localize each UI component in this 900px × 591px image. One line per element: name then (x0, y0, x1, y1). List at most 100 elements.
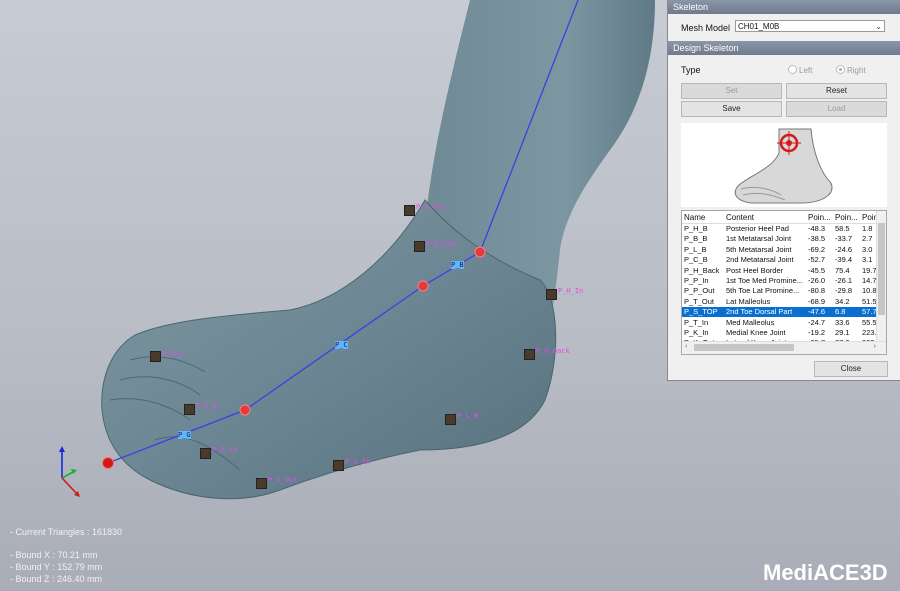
table-row[interactable]: P_L_B 5th Metatarsal Joint -69.2 -24.6 3.0 (682, 245, 878, 255)
table-row[interactable]: P_T_Out Lat Malleolus -68.9 34.2 51.5 (682, 297, 878, 307)
table-header: Name Content Poin... Poin... Poin (682, 211, 878, 224)
landmark-marker[interactable] (445, 414, 456, 425)
table-cell: -69.2 (808, 244, 826, 254)
table-row[interactable]: P_H_Back Post Heel Border -45.5 75.4 19.7 (682, 266, 878, 276)
skeleton-label: P_B (451, 261, 464, 269)
table-cell: -29.8 (835, 286, 853, 296)
table-cell: Medial Knee Joint (726, 328, 786, 337)
table-cell: 58.5 (835, 224, 850, 233)
table-vertical-scrollbar[interactable] (876, 211, 886, 343)
table-row[interactable]: P_P_Out 5th Toe Lat Promine... -80.8 -29.8 1… (682, 286, 878, 296)
landmark-marker[interactable] (256, 478, 267, 489)
table-cell: -45.5 (808, 265, 826, 275)
skeleton-panel: Skeleton Mesh Model CH01_M0B ⌄ Design Sk… (667, 0, 900, 381)
table-cell: 33.6 (835, 317, 850, 327)
table-cell: -24.6 (835, 244, 853, 254)
landmark-marker[interactable] (546, 289, 557, 300)
landmark-marker[interactable] (333, 460, 344, 471)
bound-y: - Bound Y : 152.79 mm (10, 562, 103, 572)
col-header-point-x[interactable]: Poin... (808, 213, 831, 222)
table-cell: -38.5 (808, 234, 826, 244)
landmark-label: P_S_In (345, 458, 371, 466)
mesh-model-select[interactable]: CH01_M0B ⌄ (735, 20, 885, 32)
table-cell: 2nd Metatarsal Joint (726, 255, 794, 265)
table-cell: -39.4 (835, 255, 853, 265)
table-cell: -26.1 (835, 276, 853, 285)
table-cell: -68.9 (808, 296, 826, 306)
table-row[interactable]: P_K_In Medial Knee Joint -19.2 29.1 223. (682, 328, 878, 338)
col-header-point-y[interactable]: Poin... (835, 213, 858, 222)
type-right-radio[interactable]: Right (836, 65, 866, 75)
landmark-table[interactable]: Name Content Poin... Poin... Poin P_H_B P… (681, 210, 887, 355)
table-row[interactable]: P_H_B Posterior Heel Pad -48.3 58.5 1.8 (682, 224, 878, 234)
set-button[interactable]: Set (681, 83, 782, 99)
landmark-marker[interactable] (184, 404, 195, 415)
table-horizontal-scrollbar[interactable]: ‹ › (682, 341, 886, 354)
skeleton-label: P_C (335, 341, 348, 349)
table-cell: P_C_B (684, 255, 708, 265)
skeleton-section-title: Skeleton (668, 0, 900, 14)
landmark-label: P_H_Back (536, 347, 570, 355)
landmark-label: P_C_B (196, 402, 218, 410)
reset-button[interactable]: Reset (786, 83, 887, 99)
landmark-label: P_S_Out (268, 476, 298, 484)
table-row[interactable]: P_S_TOP 2nd Toe Dorsal Part -47.6 6.8 57.7 (682, 307, 878, 318)
table-cell: P_P_Out (684, 286, 715, 296)
mesh-model-label: Mesh Model (681, 23, 731, 33)
landmark-marker[interactable] (414, 241, 425, 252)
close-button[interactable]: Close (814, 361, 888, 377)
save-button[interactable]: Save (681, 101, 782, 117)
table-cell: P_S_TOP (684, 307, 718, 317)
table-cell: -33.7 (835, 234, 853, 244)
table-cell: 1st Toe Med Promine... (726, 276, 803, 285)
scroll-left-icon[interactable]: ‹ (685, 343, 687, 350)
table-cell: 2nd Toe Dorsal Part (726, 307, 793, 317)
landmark-label: P_H_Out (416, 203, 446, 211)
landmark-label: P_P_Out (426, 240, 456, 248)
landmark-marker[interactable] (200, 448, 211, 459)
landmark-marker[interactable] (524, 349, 535, 360)
landmark-marker[interactable] (404, 205, 415, 216)
load-button[interactable]: Load (786, 101, 887, 117)
table-cell: P_L_B (684, 244, 707, 254)
table-cell: 75.4 (835, 265, 850, 275)
table-cell: -19.2 (808, 328, 826, 337)
skeleton-joint[interactable] (239, 404, 251, 416)
skeleton-joint[interactable] (417, 280, 429, 292)
table-cell: P_T_Out (684, 296, 715, 306)
bound-z: - Bound Z : 246.40 mm (10, 574, 103, 584)
landmark-preview-image (681, 123, 887, 207)
table-cell: P_P_In (684, 276, 709, 285)
col-header-content[interactable]: Content (726, 213, 754, 222)
table-cell: Lat Malleolus (726, 296, 771, 306)
landmark-marker[interactable] (150, 351, 161, 362)
radio-icon (788, 65, 797, 74)
table-row[interactable]: P_C_B 2nd Metatarsal Joint -52.7 -39.4 3.1 (682, 255, 878, 265)
table-cell: -47.6 (808, 307, 826, 317)
scroll-right-icon[interactable]: › (874, 343, 876, 350)
table-cell: -80.8 (808, 286, 826, 296)
table-row[interactable]: P_T_In Med Malleolus -24.7 33.6 55.5 (682, 318, 878, 328)
table-cell: Posterior Heel Pad (726, 224, 789, 233)
skeleton-joint[interactable] (474, 246, 486, 258)
bound-x: - Bound X : 70.21 mm (10, 550, 98, 560)
mesh-model-value: CH01_M0B (738, 22, 780, 31)
table-cell: Post Heel Border (726, 265, 784, 275)
landmark-label: P_P_In (212, 446, 238, 454)
landmark-label: P_B_B (162, 350, 184, 358)
table-row[interactable]: P_P_In 1st Toe Med Promine... -26.0 -26.1 14… (682, 276, 878, 286)
landmark-label: P_H_In (558, 287, 584, 295)
chevron-down-icon: ⌄ (875, 22, 882, 31)
triangle-count: - Current Triangles : 161830 (10, 527, 123, 537)
table-cell: P_H_Back (684, 265, 720, 275)
axes-gizmo (59, 446, 80, 497)
skeleton-label: P_G (178, 431, 191, 439)
table-cell: P_T_In (684, 317, 709, 327)
design-skeleton-title: Design Skeleton (668, 41, 900, 55)
skeleton-joint[interactable] (102, 457, 114, 469)
table-row[interactable]: P_B_B 1st Metatarsal Joint -38.5 -33.7 2.7 (682, 234, 878, 244)
table-cell: -24.7 (808, 317, 826, 327)
table-cell: -26.0 (808, 276, 826, 285)
type-left-radio[interactable]: Left (788, 65, 812, 75)
col-header-name[interactable]: Name (684, 213, 705, 222)
